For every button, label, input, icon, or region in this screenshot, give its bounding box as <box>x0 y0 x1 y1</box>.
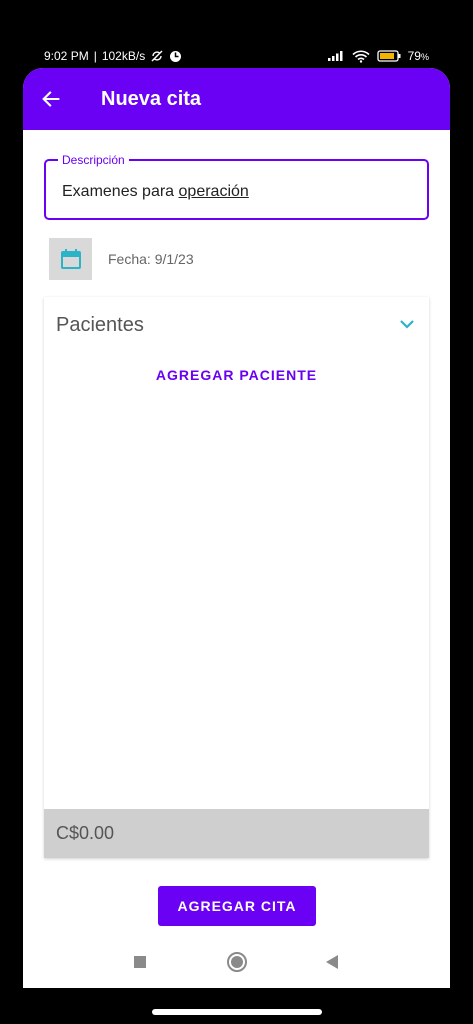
recents-button[interactable] <box>128 950 152 974</box>
signal-icon <box>327 50 345 62</box>
add-appointment-button[interactable]: AGREGAR CITA <box>158 886 316 926</box>
date-row: Fecha: 9/1/23 <box>49 238 429 280</box>
circle-icon <box>227 952 247 972</box>
nav-back-button[interactable] <box>320 950 344 974</box>
home-indicator[interactable] <box>152 1009 322 1015</box>
home-button[interactable] <box>225 950 249 974</box>
back-button[interactable] <box>37 85 65 113</box>
description-value[interactable]: Examenes para operación <box>62 183 249 201</box>
status-right: 79% <box>327 49 429 63</box>
status-network-speed: 102kB/s <box>101 49 146 63</box>
patients-title: Pacientes <box>56 314 144 336</box>
date-text: Fecha: 9/1/23 <box>108 251 194 267</box>
triangle-back-icon <box>326 955 338 969</box>
status-left: 9:02 PM | 102kB/s <box>44 49 182 63</box>
status-separator: | <box>93 49 97 63</box>
calendar-button[interactable] <box>49 238 92 280</box>
sync-off-icon <box>150 49 164 63</box>
calendar-icon <box>60 249 81 269</box>
square-icon <box>134 956 146 968</box>
battery-level: 79% <box>407 49 429 63</box>
battery-icon <box>376 50 401 62</box>
patients-card: Pacientes AGREGAR PACIENTE C$0.00 <box>44 297 429 858</box>
description-value-start: Examenes para <box>62 183 179 200</box>
wifi-icon <box>352 50 370 63</box>
description-value-underlined: operación <box>178 183 249 200</box>
status-time: 9:02 PM <box>44 49 89 63</box>
app-bar: Nueva cita <box>23 68 450 130</box>
app-notification-icon <box>169 50 182 63</box>
add-patient-button[interactable]: AGREGAR PACIENTE <box>44 367 429 383</box>
system-nav-bar <box>23 936 450 988</box>
description-label: Descripción <box>58 153 129 167</box>
page-title: Nueva cita <box>101 88 202 110</box>
total-bar: C$0.00 <box>44 809 429 858</box>
description-field[interactable]: Descripción Examenes para operación <box>44 153 429 220</box>
chevron-down-icon[interactable] <box>399 317 415 335</box>
app-screen: Nueva cita Descripción Examenes para ope… <box>23 68 450 988</box>
arrow-back-icon <box>42 91 60 107</box>
total-amount: C$0.00 <box>56 823 115 843</box>
